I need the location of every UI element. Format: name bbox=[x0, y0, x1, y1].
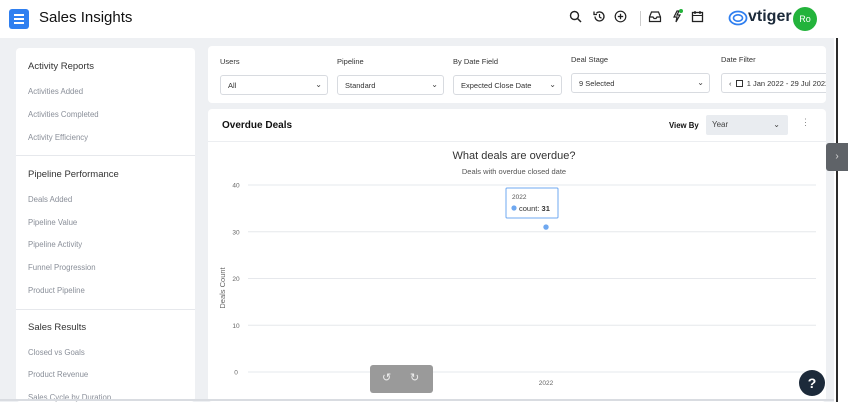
inbox-icon[interactable] bbox=[648, 10, 662, 27]
filter-bar: Users All ⌄ Pipeline Standard ⌄ By Date … bbox=[208, 46, 826, 103]
svg-text:count: 31: count: 31 bbox=[519, 204, 550, 213]
chart-subtitle: Deals with overdue closed date bbox=[462, 167, 566, 176]
chevron-right-icon[interactable]: › bbox=[826, 143, 848, 171]
pipeline-filter-select[interactable]: Standard ⌄ bbox=[337, 75, 444, 95]
data-point[interactable] bbox=[542, 223, 550, 231]
sidebar-item-pipeline-value[interactable]: Pipeline Value bbox=[28, 218, 77, 227]
date-filter-label: Date Filter bbox=[721, 55, 756, 64]
y-tick-label: 30 bbox=[232, 229, 240, 236]
toolbar-divider bbox=[640, 11, 641, 26]
help-button[interactable]: ? bbox=[799, 370, 825, 396]
tooltip-series-marker bbox=[511, 205, 517, 211]
deal-stage-filter-label: Deal Stage bbox=[571, 55, 609, 64]
chart-tooltip: 2022 count: 31 bbox=[505, 187, 559, 219]
x-tick-label: 2022 bbox=[539, 380, 554, 387]
y-tick-label: 20 bbox=[232, 276, 240, 283]
chart-points bbox=[542, 223, 550, 231]
y-tick-label: 0 bbox=[234, 370, 238, 377]
sidebar-section-pipeline-performance[interactable]: Pipeline Performance bbox=[28, 169, 119, 180]
report-sidebar: Activity Reports Activities Added Activi… bbox=[16, 48, 195, 402]
chevron-left-icon[interactable]: ‹ bbox=[729, 79, 732, 88]
sidebar-item-activity-efficiency[interactable]: Activity Efficiency bbox=[28, 133, 88, 142]
activity-icon[interactable] bbox=[670, 8, 684, 28]
sidebar-divider bbox=[16, 155, 195, 156]
top-bar: Sales Insights vtiger Ro bbox=[0, 0, 848, 38]
pipeline-filter-value: Standard bbox=[345, 81, 376, 90]
chevron-down-icon: ⌄ bbox=[315, 80, 322, 89]
chart-ticks: 0 10 20 30 40 2022 bbox=[232, 183, 553, 388]
history-icon[interactable] bbox=[592, 10, 606, 27]
y-tick-label: 10 bbox=[232, 323, 240, 330]
calendar-icon bbox=[735, 80, 743, 87]
app-title: Sales Insights bbox=[39, 9, 133, 26]
chevron-down-icon: ⌄ bbox=[431, 80, 438, 89]
tooltip-category: 2022 bbox=[512, 194, 527, 201]
sidebar-section-activity-reports[interactable]: Activity Reports bbox=[28, 61, 94, 72]
y-tick-label: 40 bbox=[232, 183, 240, 190]
date-field-filter-label: By Date Field bbox=[453, 57, 499, 66]
tooltip-series-label: count bbox=[519, 204, 538, 213]
undo-redo-bar: ↺ ↻ bbox=[370, 365, 433, 393]
overdue-deals-panel: Overdue Deals View By Year ⌄ ⋮ What deal… bbox=[208, 109, 826, 402]
view-by-value: Year bbox=[712, 120, 729, 129]
view-by-select[interactable]: Year ⌄ bbox=[706, 115, 788, 135]
view-by-label: View By bbox=[669, 121, 699, 130]
chevron-down-icon: ⌄ bbox=[549, 80, 556, 89]
sidebar-item-deals-added[interactable]: Deals Added bbox=[28, 195, 72, 204]
sidebar-item-pipeline-activity[interactable]: Pipeline Activity bbox=[28, 240, 82, 249]
sidebar-item-closed-vs-goals[interactable]: Closed vs Goals bbox=[28, 348, 85, 357]
panel-title: Overdue Deals bbox=[222, 120, 293, 131]
deal-stage-filter-value: 9 Selected bbox=[579, 79, 615, 88]
window-edge bbox=[836, 38, 838, 402]
deal-stage-filter-select[interactable]: 9 Selected ⌄ bbox=[571, 73, 710, 93]
brand-name: vtiger bbox=[748, 8, 792, 25]
date-filter-value: 1 Jan 2022 - 29 Jul 2022 bbox=[746, 79, 826, 88]
tooltip-value: 31 bbox=[542, 204, 550, 213]
users-filter-select[interactable]: All ⌄ bbox=[220, 75, 328, 95]
bottom-border bbox=[0, 399, 834, 401]
sidebar-divider bbox=[16, 309, 195, 310]
pipeline-filter-label: Pipeline bbox=[337, 57, 364, 66]
brand-logo-icon bbox=[728, 10, 748, 26]
users-filter-value: All bbox=[228, 81, 237, 90]
sidebar-item-product-revenue[interactable]: Product Revenue bbox=[28, 370, 88, 379]
avatar[interactable]: Ro bbox=[793, 7, 817, 31]
sidebar-section-sales-results[interactable]: Sales Results bbox=[28, 322, 86, 333]
add-circle-icon[interactable] bbox=[614, 10, 627, 27]
chart-title: What deals are overdue? bbox=[453, 150, 576, 162]
hamburger-menu-icon[interactable] bbox=[9, 9, 29, 29]
date-filter-range[interactable]: ‹ 1 Jan 2022 - 29 Jul 2022 bbox=[721, 73, 826, 93]
chevron-down-icon: ⌄ bbox=[697, 78, 704, 87]
users-filter-label: Users bbox=[220, 57, 240, 66]
y-axis-label: Deals Count bbox=[218, 266, 227, 308]
search-icon[interactable] bbox=[569, 10, 582, 27]
sidebar-item-funnel-progression[interactable]: Funnel Progression bbox=[28, 263, 96, 272]
sidebar-item-product-pipeline[interactable]: Product Pipeline bbox=[28, 286, 85, 295]
redo-icon[interactable]: ↻ bbox=[410, 371, 419, 384]
date-field-filter-value: Expected Close Date bbox=[461, 81, 532, 90]
sidebar-item-activities-added[interactable]: Activities Added bbox=[28, 87, 83, 96]
date-field-filter-select[interactable]: Expected Close Date ⌄ bbox=[453, 75, 562, 95]
undo-icon[interactable]: ↺ bbox=[382, 371, 391, 384]
more-options-icon[interactable]: ⋮ bbox=[801, 117, 810, 128]
calendar-icon[interactable] bbox=[691, 10, 704, 27]
chevron-down-icon: ⌄ bbox=[773, 120, 780, 129]
overdue-deals-chart: What deals are overdue? Deals with overd… bbox=[218, 150, 816, 388]
sidebar-item-activities-completed[interactable]: Activities Completed bbox=[28, 110, 99, 119]
